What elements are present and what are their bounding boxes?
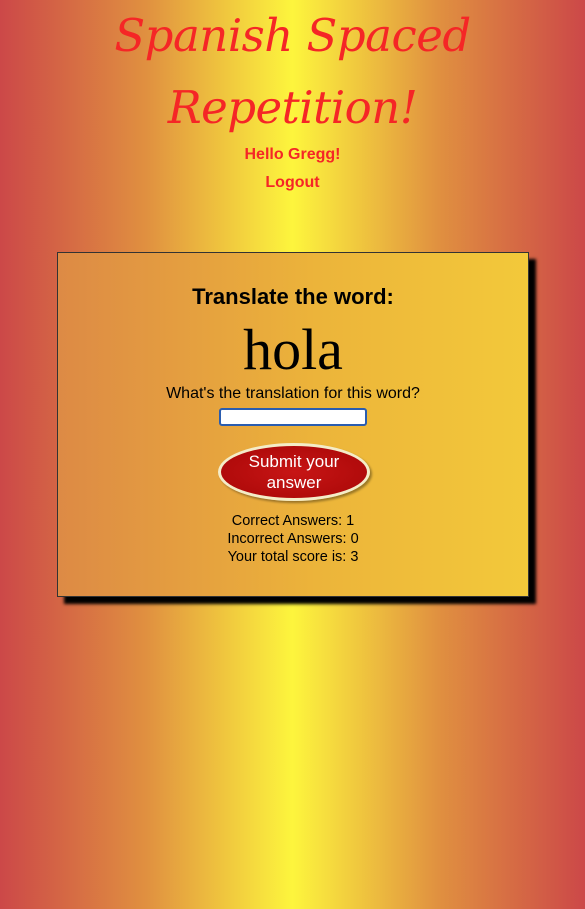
submit-answer-button[interactable]: Submit your answer xyxy=(218,443,370,501)
answer-input[interactable] xyxy=(219,408,367,426)
question-prompt: What's the translation for this word? xyxy=(166,385,420,402)
spanish-word: hola xyxy=(243,317,343,382)
card-heading: Translate the word: xyxy=(192,284,394,309)
incorrect-answers: Incorrect Answers: 0 xyxy=(227,531,359,547)
user-greeting: Hello Gregg! xyxy=(244,146,341,163)
total-score: Your total score is: 3 xyxy=(227,549,359,565)
app-title-line-1: Spanish Spaced xyxy=(114,9,471,62)
app-title-line-2: Repetition! xyxy=(167,81,418,134)
quiz-card: Translate the word: hola What's the tran… xyxy=(57,252,529,597)
logout-link[interactable]: Logout xyxy=(0,174,585,192)
correct-answers: Correct Answers: 1 xyxy=(231,513,355,529)
score-stats: Correct Answers: 1 Incorrect Answers: 0 … xyxy=(58,512,528,566)
app-title: Spanish Spaced Repetition! xyxy=(0,0,585,144)
